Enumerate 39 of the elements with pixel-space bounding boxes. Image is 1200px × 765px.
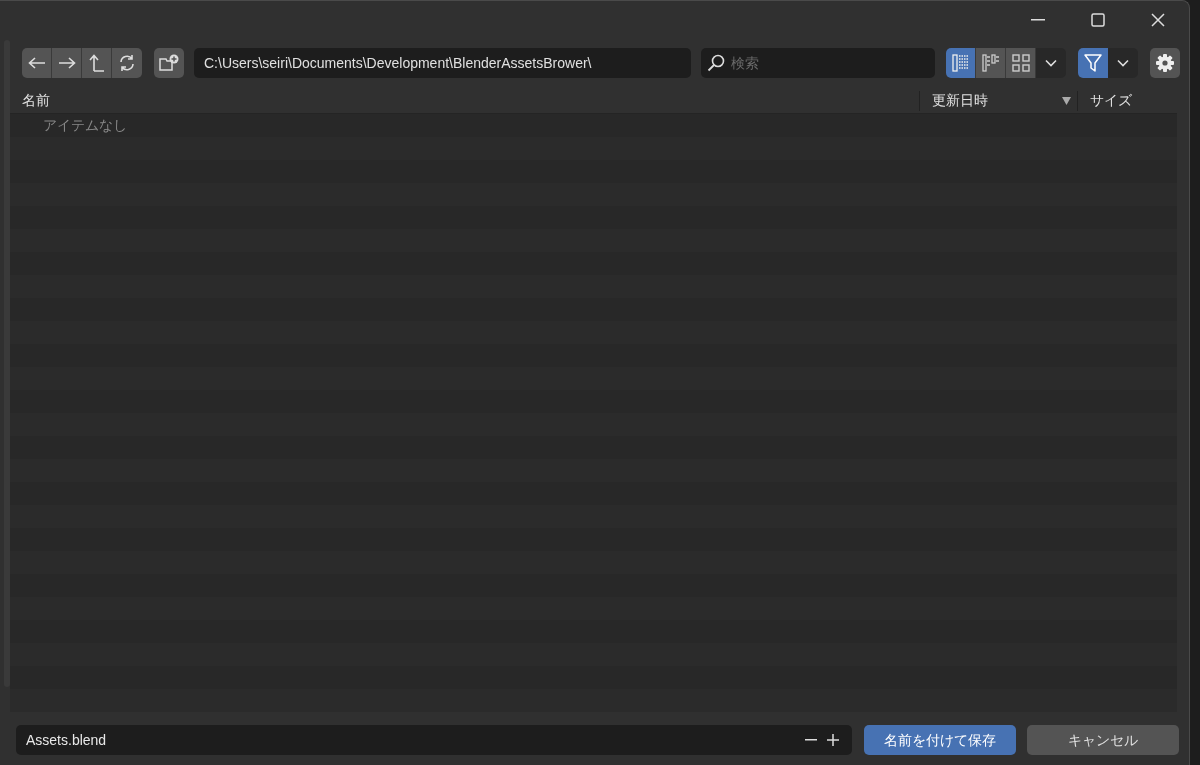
- grid-icon: [1010, 53, 1031, 73]
- maximize-icon: [1091, 12, 1105, 27]
- parent-folder-button[interactable]: [82, 48, 112, 78]
- minus-icon: [805, 739, 817, 741]
- filename-text: Assets.blend: [26, 730, 107, 750]
- filter-icon: [1083, 53, 1103, 73]
- column-header[interactable]: 更新日時: [932, 90, 988, 111]
- path-field[interactable]: C:\Users\seiri\Documents\Development\BlenderAssetsBrower\: [194, 48, 691, 78]
- save-button[interactable]: 名前を付けて保存: [864, 725, 1016, 755]
- view-mode-button[interactable]: [946, 48, 976, 78]
- cancel-button[interactable]: キャンセル: [1027, 725, 1179, 755]
- settings-button[interactable]: [1150, 48, 1180, 78]
- close-icon: [1151, 12, 1165, 27]
- chevron-down-icon: [1045, 59, 1057, 67]
- column-header[interactable]: サイズ: [1090, 90, 1132, 111]
- left-arrow-icon: [27, 57, 46, 69]
- back-button[interactable]: [22, 48, 52, 78]
- column-header[interactable]: 名前: [22, 90, 50, 111]
- forward-button[interactable]: [52, 48, 82, 78]
- empty-list-message: アイテムなし: [43, 116, 127, 135]
- filename-field[interactable]: Assets.blend: [16, 725, 852, 755]
- search-icon: [707, 54, 725, 72]
- view-mode-button[interactable]: [1006, 48, 1036, 78]
- chevron-down-icon: [1117, 59, 1129, 67]
- up-arrow-icon: [88, 54, 105, 72]
- view-mode-button[interactable]: [976, 48, 1006, 78]
- refresh-button[interactable]: [112, 48, 142, 78]
- minimize-icon: [1031, 18, 1045, 21]
- search-box[interactable]: 検索: [701, 48, 935, 78]
- horizontal-list-icon: [980, 53, 1001, 73]
- refresh-icon: [118, 54, 136, 72]
- new-folder-icon: [159, 54, 179, 72]
- settings-icon: [1155, 53, 1175, 73]
- vertical-list-icon: [950, 53, 971, 73]
- search-field[interactable]: 検索: [731, 52, 921, 74]
- right-arrow-icon: [57, 57, 76, 69]
- plus-icon: [827, 734, 839, 746]
- new-folder-button[interactable]: [154, 48, 184, 78]
- filter-button[interactable]: [1078, 48, 1108, 78]
